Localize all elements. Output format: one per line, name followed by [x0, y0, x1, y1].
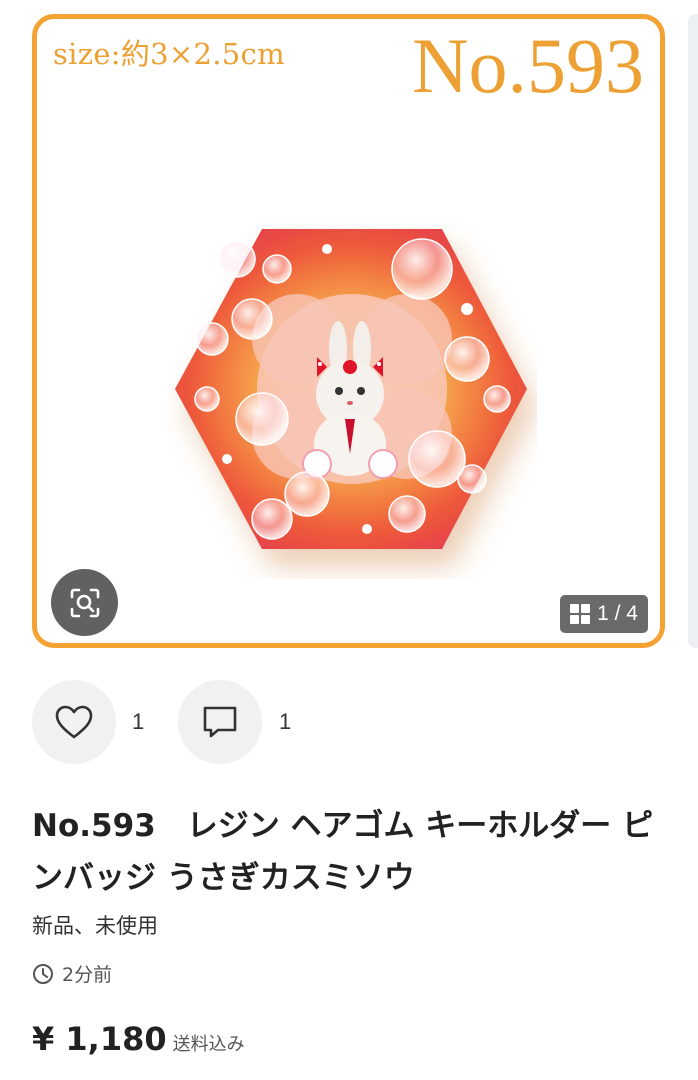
grid-icon: [570, 604, 591, 624]
image-search-icon: [70, 588, 99, 617]
like-button[interactable]: [32, 680, 116, 764]
product-condition: 新品、未使用: [32, 914, 158, 938]
size-label: size:約3×2.5cm: [53, 37, 285, 71]
image-search-button[interactable]: [51, 569, 118, 636]
resin-hexagon-rabbit-image: [175, 229, 527, 549]
price-row: ¥ 1,180 送料込み: [32, 1020, 245, 1058]
comment-button[interactable]: [178, 680, 262, 764]
posted-time-text: 2分前: [62, 964, 113, 986]
posted-time: 2分前: [32, 960, 112, 987]
next-image-preview[interactable]: [688, 14, 698, 648]
product-image[interactable]: size:約3×2.5cm No.593 1 / 4: [32, 14, 665, 648]
price: ¥ 1,180: [32, 1020, 167, 1058]
image-page-indicator[interactable]: 1 / 4: [560, 595, 648, 633]
product-number-label: No.593: [412, 22, 644, 109]
like-count: 1: [132, 709, 145, 734]
page-indicator-text: 1 / 4: [597, 602, 638, 625]
clock-icon: [33, 963, 53, 984]
heart-icon: [55, 705, 93, 739]
shipping-note: 送料込み: [172, 1034, 245, 1055]
comment-count: 1: [279, 709, 292, 734]
product-title: No.593 レジン ヘアゴム キーホルダー ピンバッジ うさぎカスミソウ: [32, 808, 654, 896]
comment-icon: [203, 706, 237, 738]
